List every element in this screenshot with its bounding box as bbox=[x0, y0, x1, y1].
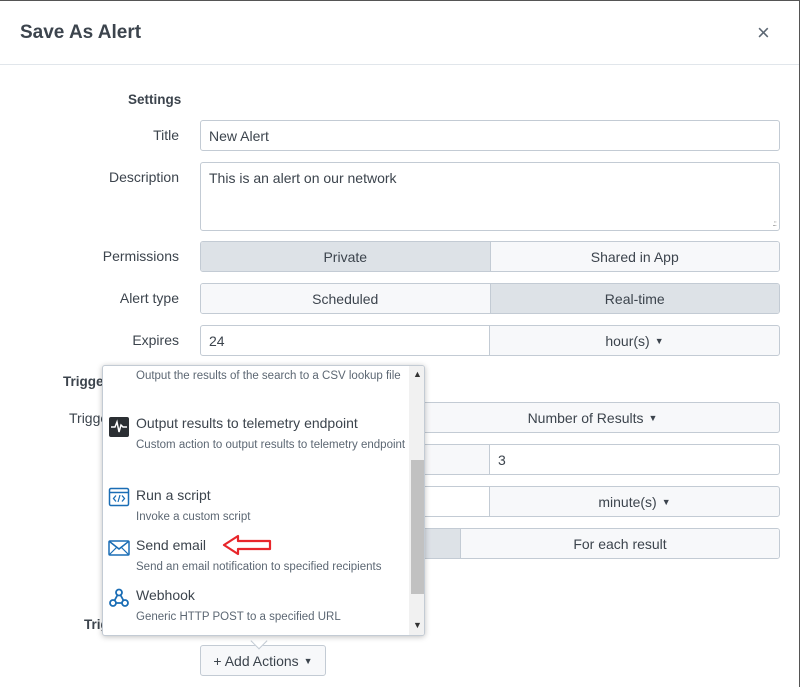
webhook-icon bbox=[109, 588, 129, 607]
add-actions-label: + Add Actions bbox=[213, 652, 299, 669]
action-item-telemetry[interactable]: Output results to telemetry endpoint Cus… bbox=[103, 414, 408, 476]
dropdown-scrollbar[interactable]: ▲ ▼ bbox=[409, 366, 424, 635]
caret-down-icon: ▼ bbox=[648, 412, 658, 423]
action-description: Send an email notification to specified … bbox=[136, 561, 382, 573]
action-item-run-script[interactable]: Run a script Invoke a custom script bbox=[103, 486, 408, 526]
expires-unit-value: hour(s) bbox=[605, 332, 650, 349]
caret-down-icon: ▼ bbox=[654, 335, 664, 346]
trigger-mode-each-option[interactable]: For each result bbox=[461, 529, 779, 558]
permissions-private-option[interactable]: Private bbox=[201, 242, 491, 271]
add-actions-dropdown: Output the results of the search to a CS… bbox=[102, 365, 425, 636]
throttle-unit-select[interactable]: minute(s) ▼ bbox=[489, 486, 780, 517]
expires-label: Expires bbox=[132, 332, 179, 348]
trigger-mode-toggle: For each result bbox=[405, 528, 780, 559]
scroll-up-icon[interactable]: ▲ bbox=[413, 369, 422, 379]
close-icon[interactable]: × bbox=[757, 22, 770, 44]
dialog-header: Save As Alert × bbox=[0, 1, 799, 65]
action-item-webhook[interactable]: Webhook Generic HTTP POST to a specified… bbox=[103, 586, 408, 626]
title-input[interactable]: New Alert bbox=[200, 120, 780, 151]
permissions-shared-option[interactable]: Shared in App bbox=[490, 242, 779, 271]
action-item-lookup[interactable]: Output the results of the search to a CS… bbox=[103, 366, 408, 406]
description-label: Description bbox=[108, 169, 179, 185]
script-icon bbox=[108, 487, 130, 507]
permissions-label: Permissions bbox=[102, 248, 179, 264]
trigger-section-title: Trigge bbox=[63, 374, 104, 389]
annotation-arrow-icon bbox=[222, 534, 272, 556]
action-description: Custom action to output results to telem… bbox=[136, 439, 406, 451]
trigger-value-input[interactable]: 3 bbox=[489, 444, 780, 475]
settings-section-title: Settings bbox=[128, 92, 182, 107]
scrollbar-thumb[interactable] bbox=[411, 460, 424, 594]
add-actions-button[interactable]: + Add Actions ▼ bbox=[200, 645, 326, 676]
resize-grip-icon[interactable]: .:: bbox=[772, 219, 777, 228]
action-description: Generic HTTP POST to a specified URL bbox=[136, 611, 341, 623]
description-textarea[interactable]: This is an alert on our network .:: bbox=[200, 162, 780, 231]
caret-down-icon: ▼ bbox=[661, 496, 671, 507]
alert-type-realtime-option[interactable]: Real-time bbox=[490, 284, 779, 313]
email-icon bbox=[108, 540, 130, 556]
description-text: This is an alert on our network bbox=[209, 170, 397, 186]
scroll-down-icon[interactable]: ▼ bbox=[413, 620, 422, 630]
caret-down-icon: ▼ bbox=[303, 655, 313, 666]
expires-unit-select[interactable]: hour(s) ▼ bbox=[489, 325, 780, 356]
action-description: Output the results of the search to a CS… bbox=[136, 370, 401, 382]
throttle-unit-value: minute(s) bbox=[598, 493, 657, 510]
action-name: Send email bbox=[136, 537, 207, 553]
action-name: Webhook bbox=[136, 587, 195, 603]
title-label: Title bbox=[153, 127, 179, 143]
permissions-toggle: Private Shared in App bbox=[200, 241, 780, 272]
action-description: Invoke a custom script bbox=[136, 511, 251, 523]
save-as-alert-dialog: Save As Alert × Settings Title New Alert… bbox=[0, 0, 800, 687]
trigger-condition-select[interactable]: Number of Results ▼ bbox=[405, 402, 780, 433]
trigger-condition-value: Number of Results bbox=[527, 409, 644, 426]
telemetry-icon bbox=[109, 417, 129, 437]
action-name: Run a script bbox=[136, 487, 211, 503]
alert-type-scheduled-option[interactable]: Scheduled bbox=[201, 284, 491, 313]
dialog-title: Save As Alert bbox=[20, 22, 142, 43]
alert-type-label: Alert type bbox=[119, 290, 179, 306]
expires-input[interactable]: 24 bbox=[200, 325, 490, 356]
action-name: Output results to telemetry endpoint bbox=[136, 415, 358, 431]
alert-type-toggle: Scheduled Real-time bbox=[200, 283, 780, 314]
